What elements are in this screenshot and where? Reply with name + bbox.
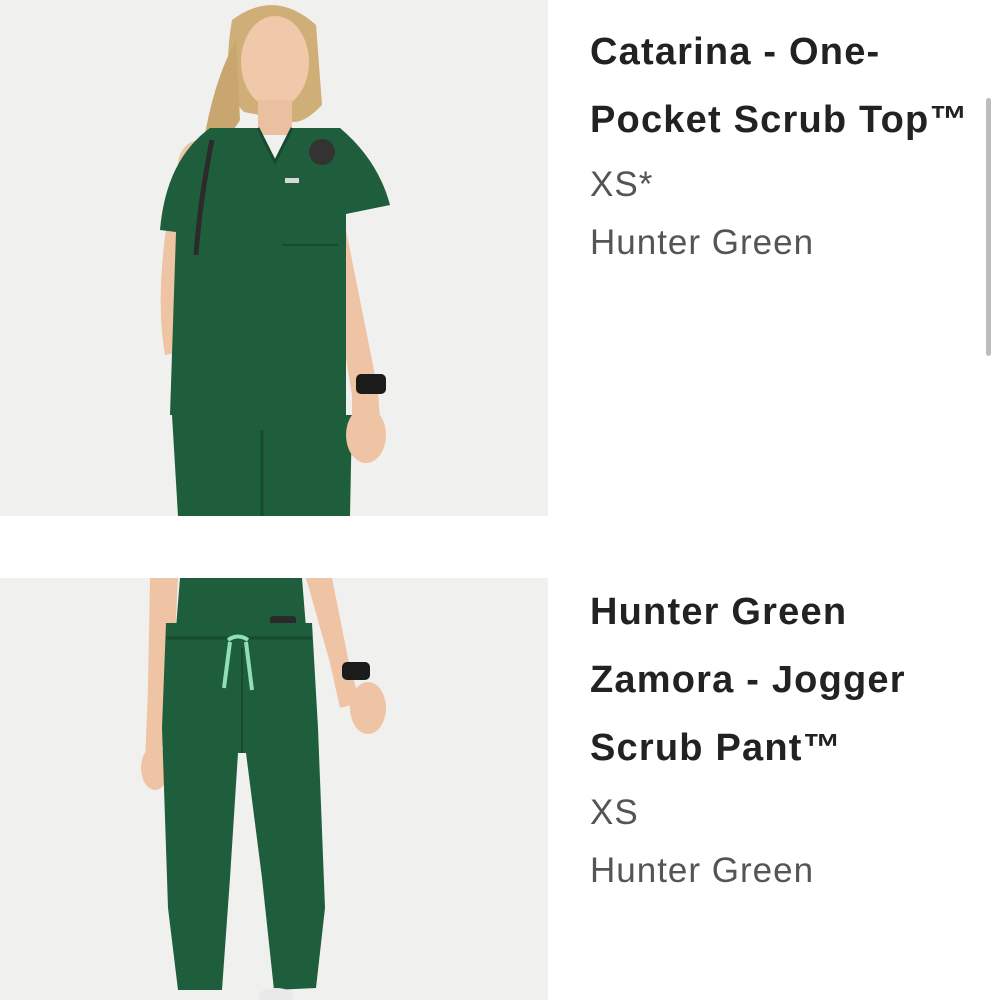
scrub-top-photo: [0, 0, 548, 516]
product-color: Hunter Green: [590, 223, 815, 262]
product-size: XS*: [590, 165, 654, 204]
product-name[interactable]: Catarina - One-Pocket Scrub Top™: [590, 18, 970, 154]
product-info: Hunter Green Zamora - Jogger Scrub Pant™…: [590, 578, 970, 900]
scrollbar[interactable]: [986, 98, 991, 356]
jogger-pant-photo: [0, 578, 548, 1000]
product-info: Catarina - One-Pocket Scrub Top™ XS* Hun…: [590, 18, 970, 272]
cart-item[interactable]: Hunter Green Zamora - Jogger Scrub Pant™…: [0, 578, 1000, 1000]
product-image[interactable]: [0, 0, 548, 516]
product-name[interactable]: Hunter Green Zamora - Jogger Scrub Pant™: [590, 578, 970, 782]
product-color: Hunter Green: [590, 851, 815, 890]
cart-item-list: Catarina - One-Pocket Scrub Top™ XS* Hun…: [0, 0, 1000, 1000]
cart-item[interactable]: Catarina - One-Pocket Scrub Top™ XS* Hun…: [0, 0, 1000, 516]
product-image[interactable]: [0, 578, 548, 1000]
product-size: XS: [590, 793, 639, 832]
